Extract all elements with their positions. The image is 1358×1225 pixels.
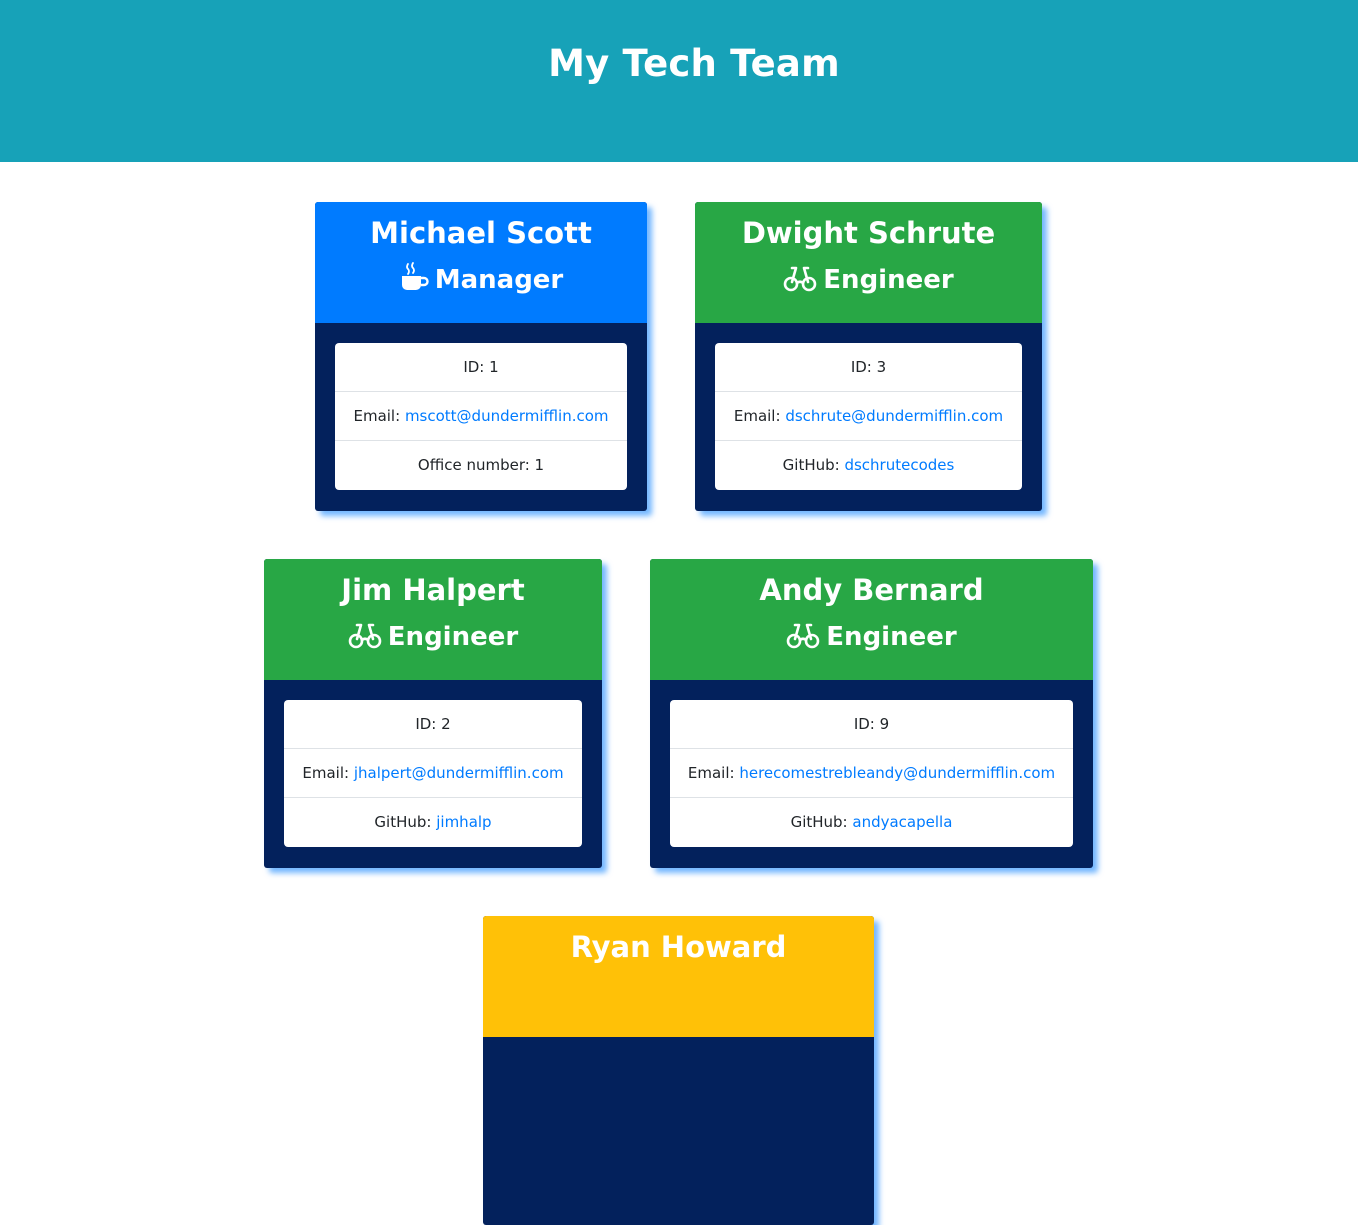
email-link[interactable]: herecomestrebleandy@dundermifflin.com (739, 764, 1055, 782)
role-label: Engineer (387, 622, 519, 652)
employee-card-andy-bernard: Andy Bernard Engineer ID: 9 Email: herec… (650, 559, 1093, 868)
employee-id: ID: 9 (670, 700, 1073, 749)
github-label: GitHub: (374, 813, 437, 831)
employee-details: ID: 3 Email: dschrute@dundermifflin.com … (715, 343, 1022, 490)
email-label: Email: (302, 764, 354, 782)
github-row: GitHub: dschrutecodes (715, 441, 1022, 489)
github-link[interactable]: dschrutecodes (844, 456, 954, 474)
page-title: My Tech Team (548, 42, 840, 85)
card-header: Jim Halpert Engineer (264, 559, 602, 680)
employee-role: Manager (315, 262, 647, 302)
github-label: GitHub: (790, 813, 853, 831)
employee-card-dwight-schrute: Dwight Schrute Engineer ID: 3 Email: dsc… (695, 202, 1042, 511)
github-link[interactable]: andyacapella (852, 813, 952, 831)
employee-role: Engineer (650, 619, 1093, 659)
github-label: GitHub: (782, 456, 845, 474)
email-label: Email: (733, 407, 786, 425)
email-link[interactable]: mscott@dundermifflin.com (405, 407, 609, 425)
email-label: Email: (353, 407, 405, 425)
employee-id: ID: 1 (335, 343, 627, 392)
employee-details: ID: 1 Email: mscott@dundermifflin.com Of… (335, 343, 627, 490)
employee-role: Engineer (264, 619, 602, 659)
role-label: Manager (434, 265, 564, 295)
employee-card-ryan-howard: Ryan Howard (483, 916, 874, 1225)
email-label: Email: (687, 764, 740, 782)
employee-details: ID: 9 Email: herecomestrebleandy@dunderm… (670, 700, 1073, 847)
github-link[interactable]: jimhalp (436, 813, 491, 831)
github-row: GitHub: jimhalp (284, 798, 582, 846)
card-header: Ryan Howard (483, 916, 874, 1037)
email-link[interactable]: jhalpert@dundermifflin.com (354, 764, 564, 782)
employee-name: Michael Scott (370, 216, 592, 250)
coffee-mug-icon (399, 262, 429, 302)
employee-card-michael-scott: Michael Scott Manager ID: 1 Email: mscot… (315, 202, 647, 511)
employee-email-row: Email: jhalpert@dundermifflin.com (284, 749, 582, 798)
employee-id: ID: 2 (284, 700, 582, 749)
glasses-icon (348, 621, 382, 659)
employee-name: Dwight Schrute (741, 216, 996, 250)
card-header: Andy Bernard Engineer (650, 559, 1093, 680)
card-header: Dwight Schrute Engineer (695, 202, 1042, 323)
employee-email-row: Email: mscott@dundermifflin.com (335, 392, 627, 441)
employee-name: Andy Bernard (759, 573, 984, 607)
employee-details: ID: 2 Email: jhalpert@dundermifflin.com … (284, 700, 582, 847)
role-label: Engineer (826, 622, 957, 652)
employee-card-jim-halpert: Jim Halpert Engineer ID: 2 Email: jhalpe… (264, 559, 602, 868)
role-label: Engineer (823, 265, 954, 295)
page-header: My Tech Team (0, 0, 1358, 162)
employee-name: Jim Halpert (341, 573, 525, 607)
employee-name: Ryan Howard (570, 930, 787, 964)
github-row: GitHub: andyacapella (670, 798, 1073, 846)
office-number: Office number: 1 (417, 456, 545, 474)
email-link[interactable]: dschrute@dundermifflin.com (785, 407, 1003, 425)
employee-email-row: Email: herecomestrebleandy@dundermifflin… (670, 749, 1073, 798)
employee-email-row: Email: dschrute@dundermifflin.com (715, 392, 1022, 441)
glasses-icon (786, 621, 820, 659)
employee-id: ID: 3 (715, 343, 1022, 392)
glasses-icon (783, 264, 817, 302)
employee-role: Engineer (695, 262, 1042, 302)
card-header: Michael Scott Manager (315, 202, 647, 323)
